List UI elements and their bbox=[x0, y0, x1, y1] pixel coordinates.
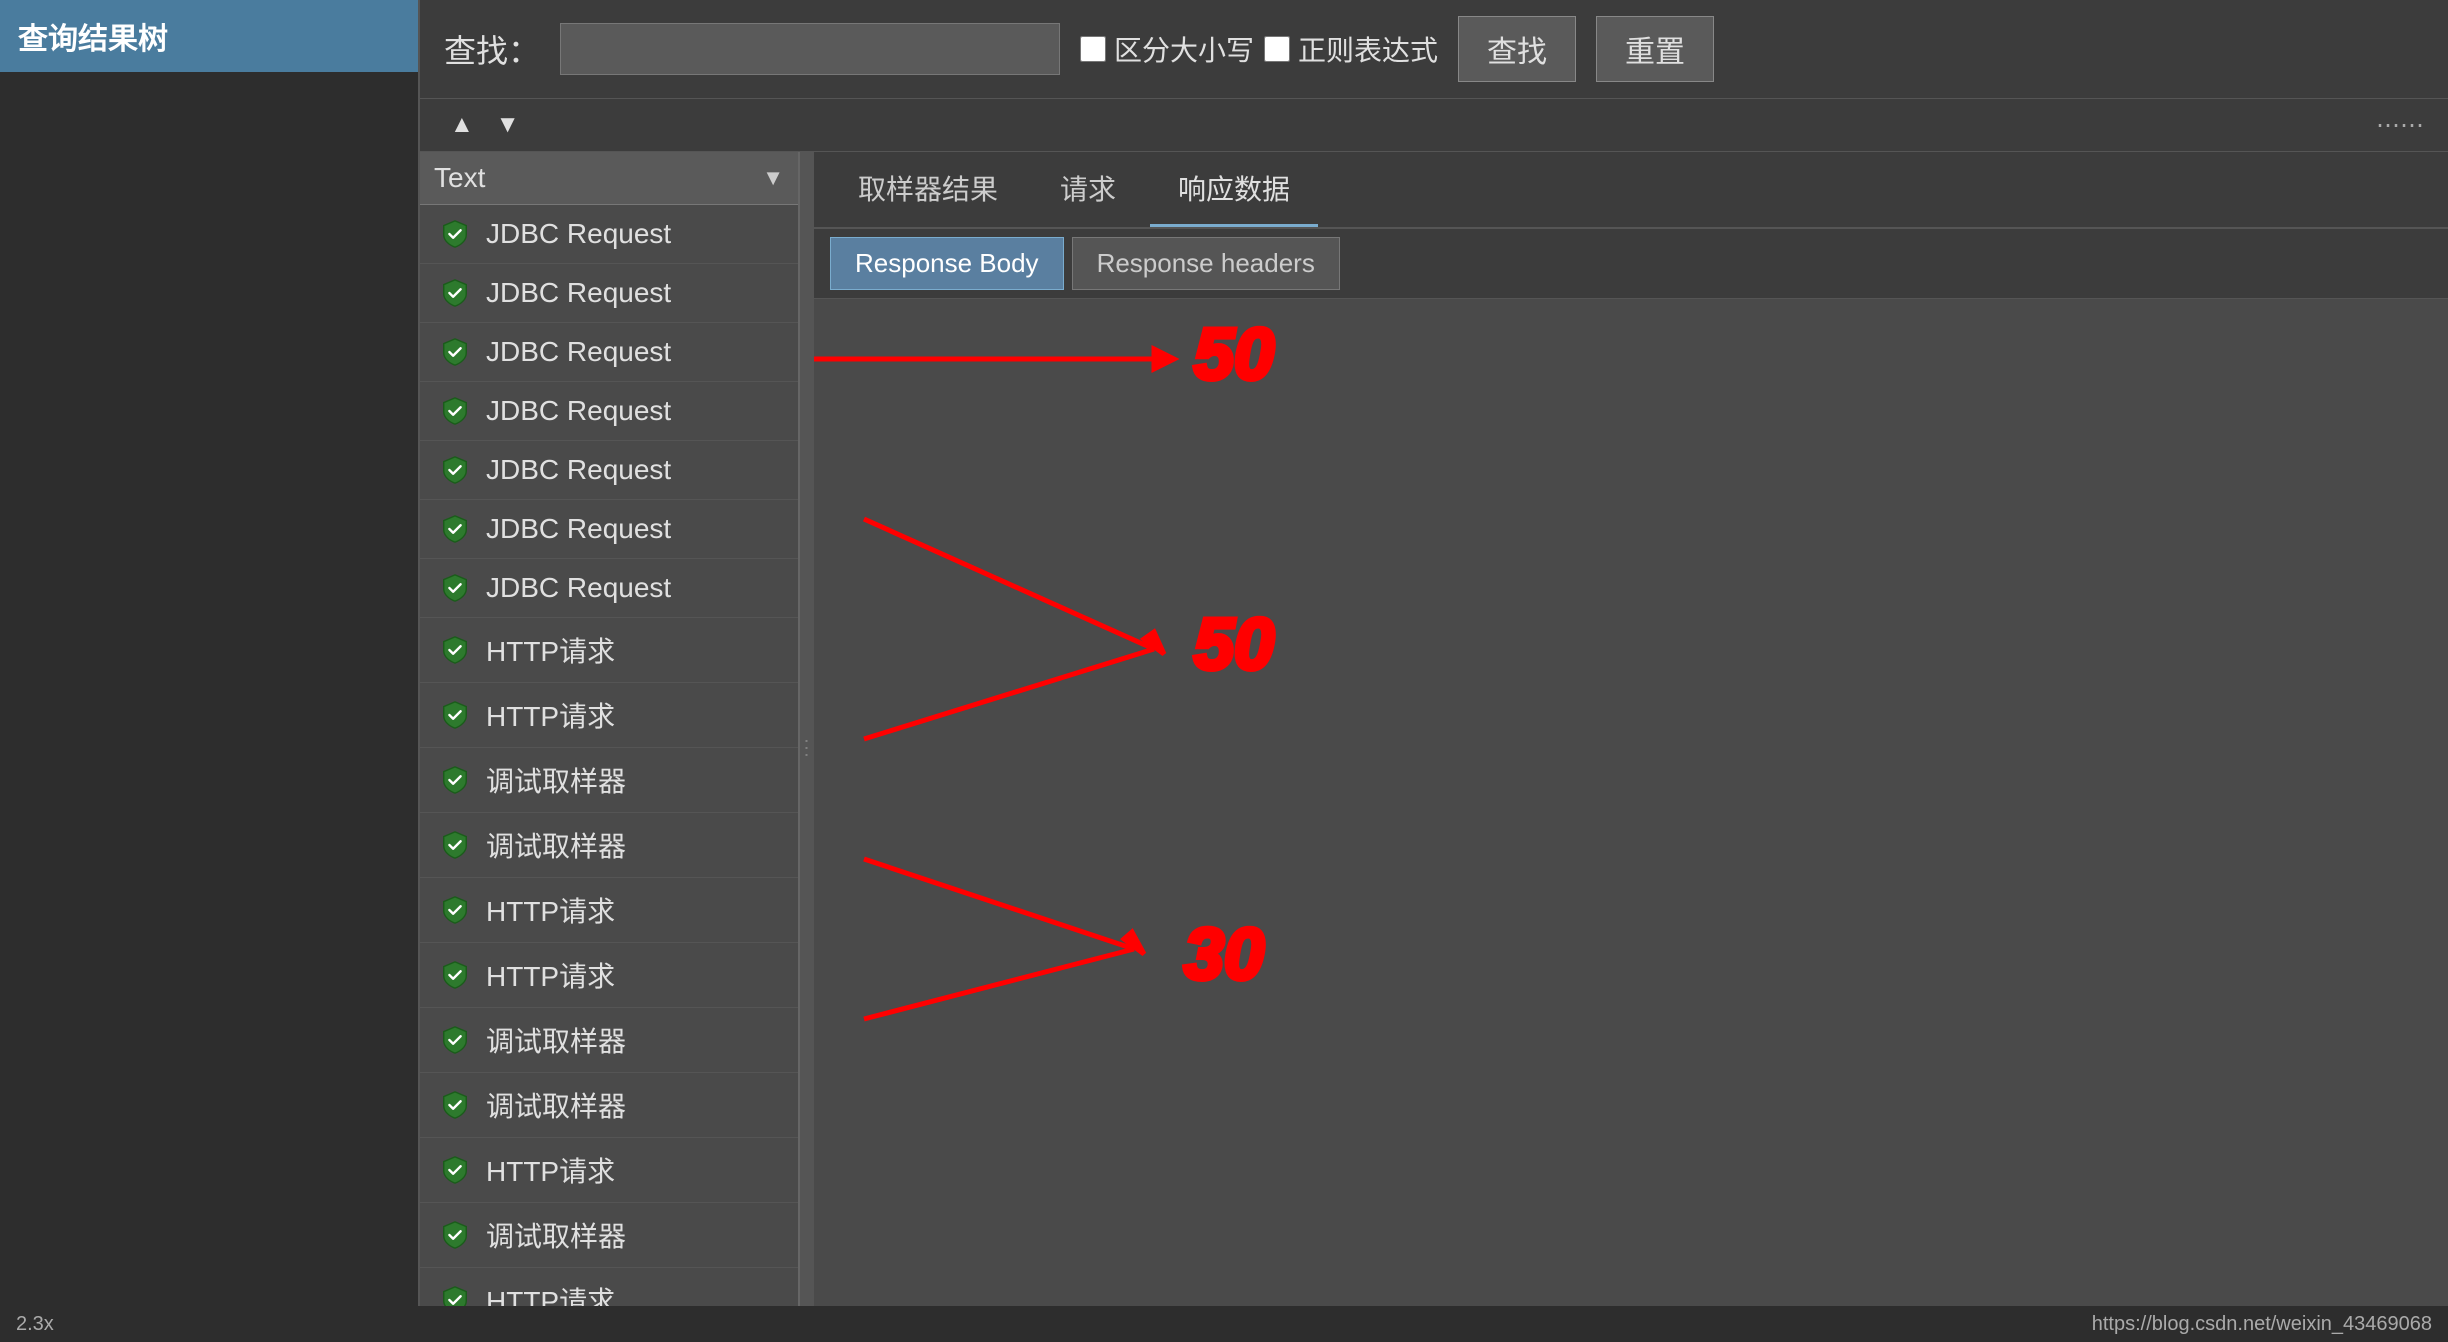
shield-check-icon bbox=[438, 335, 472, 369]
detail-content: 50 50 bbox=[814, 299, 2448, 1342]
list-item[interactable]: HTTP请求 bbox=[420, 943, 798, 1008]
status-url: https://blog.csdn.net/weixin_43469068 bbox=[2092, 1313, 2432, 1336]
list-item-label: 调试取样器 bbox=[486, 1215, 626, 1255]
reset-button[interactable]: 重置 bbox=[1596, 16, 1714, 82]
list-header[interactable]: Text ▼ bbox=[420, 152, 798, 205]
list-item-label: HTTP请求 bbox=[486, 1150, 615, 1190]
shield-check-icon bbox=[438, 633, 472, 667]
list-panel: Text ▼ JDBC Request JDBC Request JDBC Re… bbox=[420, 152, 800, 1342]
content-split: Text ▼ JDBC Request JDBC Request JDBC Re… bbox=[420, 152, 2448, 1342]
splitter-indicator: ⋯⋯ bbox=[2376, 111, 2424, 140]
list-item[interactable]: 调试取样器 bbox=[420, 1203, 798, 1268]
detail-panel: 取样器结果请求响应数据 Response BodyResponse header… bbox=[814, 152, 2448, 1342]
list-item-label: HTTP请求 bbox=[486, 890, 615, 930]
shield-check-icon bbox=[438, 512, 472, 546]
list-item-label: JDBC Request bbox=[486, 454, 671, 486]
list-item-label: HTTP请求 bbox=[486, 695, 615, 735]
list-item[interactable]: JDBC Request bbox=[420, 205, 798, 264]
svg-text:30: 30 bbox=[1184, 915, 1264, 995]
shield-check-icon bbox=[438, 958, 472, 992]
list-item-label: 调试取样器 bbox=[486, 825, 626, 865]
tab-取样器结果[interactable]: 取样器结果 bbox=[830, 152, 1026, 227]
dropdown-arrow-icon[interactable]: ▼ bbox=[762, 165, 784, 191]
shield-check-icon bbox=[438, 571, 472, 605]
list-container: JDBC Request JDBC Request JDBC Request J… bbox=[420, 205, 798, 1342]
sidebar-header: 查询结果树 bbox=[0, 0, 418, 72]
zoom-level: 2.3x bbox=[16, 1313, 54, 1336]
shield-check-icon bbox=[438, 828, 472, 862]
shield-check-icon bbox=[438, 763, 472, 797]
scroll-down-button[interactable]: ▼ bbox=[490, 107, 526, 143]
list-item[interactable]: 调试取样器 bbox=[420, 748, 798, 813]
tab-请求[interactable]: 请求 bbox=[1032, 152, 1144, 227]
list-item[interactable]: 调试取样器 bbox=[420, 1008, 798, 1073]
main-layout: 查询结果树 查找： 区分大小写 正则表达式 查找 重置 ▲ bbox=[0, 0, 2448, 1342]
sub-tab-Response headers[interactable]: Response headers bbox=[1072, 237, 1340, 290]
search-bar: 查找： 区分大小写 正则表达式 查找 重置 bbox=[420, 0, 2448, 99]
list-item[interactable]: 调试取样器 bbox=[420, 1073, 798, 1138]
shield-check-icon bbox=[438, 698, 472, 732]
svg-text:50: 50 bbox=[1194, 315, 1274, 395]
list-item-label: JDBC Request bbox=[486, 218, 671, 250]
case-sensitive-option: 区分大小写 bbox=[1080, 29, 1254, 69]
sub-tab-Response Body[interactable]: Response Body bbox=[830, 237, 1064, 290]
shield-check-icon bbox=[438, 1023, 472, 1057]
svg-text:50: 50 bbox=[1194, 605, 1274, 685]
list-item-label: HTTP请求 bbox=[486, 630, 615, 670]
list-item[interactable]: JDBC Request bbox=[420, 559, 798, 618]
list-item-label: 调试取样器 bbox=[486, 760, 626, 800]
list-item[interactable]: JDBC Request bbox=[420, 264, 798, 323]
tab-响应数据[interactable]: 响应数据 bbox=[1150, 152, 1318, 227]
list-item-label: 调试取样器 bbox=[486, 1020, 626, 1060]
shield-check-icon bbox=[438, 394, 472, 428]
list-item-label: JDBC Request bbox=[486, 336, 671, 368]
resize-handle[interactable]: · · · bbox=[800, 152, 814, 1342]
shield-check-icon bbox=[438, 1153, 472, 1187]
tabs-row: 取样器结果请求响应数据 bbox=[814, 152, 2448, 229]
sidebar: 查询结果树 bbox=[0, 0, 420, 1342]
list-item-label: JDBC Request bbox=[486, 513, 671, 545]
list-item[interactable]: 调试取样器 bbox=[420, 813, 798, 878]
search-button[interactable]: 查找 bbox=[1458, 16, 1576, 82]
list-item[interactable]: JDBC Request bbox=[420, 382, 798, 441]
list-item-label: JDBC Request bbox=[486, 277, 671, 309]
shield-check-icon bbox=[438, 217, 472, 251]
shield-check-icon bbox=[438, 276, 472, 310]
search-input[interactable] bbox=[560, 23, 1060, 75]
list-item-label: HTTP请求 bbox=[486, 955, 615, 995]
shield-check-icon bbox=[438, 1088, 472, 1122]
scroll-up-button[interactable]: ▲ bbox=[444, 107, 480, 143]
list-item[interactable]: HTTP请求 bbox=[420, 1138, 798, 1203]
search-label: 查找： bbox=[444, 26, 540, 72]
list-item[interactable]: JDBC Request bbox=[420, 323, 798, 382]
regex-option: 正则表达式 bbox=[1264, 29, 1438, 69]
regex-label: 正则表达式 bbox=[1298, 29, 1438, 69]
list-item-label: 调试取样器 bbox=[486, 1085, 626, 1125]
list-type-selector: Text bbox=[434, 162, 762, 194]
shield-check-icon bbox=[438, 453, 472, 487]
checkbox-group: 区分大小写 正则表达式 bbox=[1080, 29, 1438, 69]
list-item[interactable]: HTTP请求 bbox=[420, 683, 798, 748]
shield-check-icon bbox=[438, 893, 472, 927]
list-item-label: JDBC Request bbox=[486, 395, 671, 427]
main-content: 查找： 区分大小写 正则表达式 查找 重置 ▲ ▼ ⋯⋯ bbox=[420, 0, 2448, 1342]
toolbar-row: ▲ ▼ ⋯⋯ bbox=[420, 99, 2448, 152]
list-item[interactable]: JDBC Request bbox=[420, 441, 798, 500]
sub-tabs-row: Response BodyResponse headers bbox=[814, 229, 2448, 299]
case-sensitive-label: 区分大小写 bbox=[1114, 29, 1254, 69]
list-item[interactable]: HTTP请求 bbox=[420, 618, 798, 683]
list-item-label: JDBC Request bbox=[486, 572, 671, 604]
status-bar: 2.3x https://blog.csdn.net/weixin_434690… bbox=[0, 1306, 2448, 1342]
case-sensitive-checkbox[interactable] bbox=[1080, 36, 1106, 62]
regex-checkbox[interactable] bbox=[1264, 36, 1290, 62]
shield-check-icon bbox=[438, 1218, 472, 1252]
list-item[interactable]: JDBC Request bbox=[420, 500, 798, 559]
sidebar-title: 查询结果树 bbox=[18, 23, 168, 56]
list-item[interactable]: HTTP请求 bbox=[420, 878, 798, 943]
